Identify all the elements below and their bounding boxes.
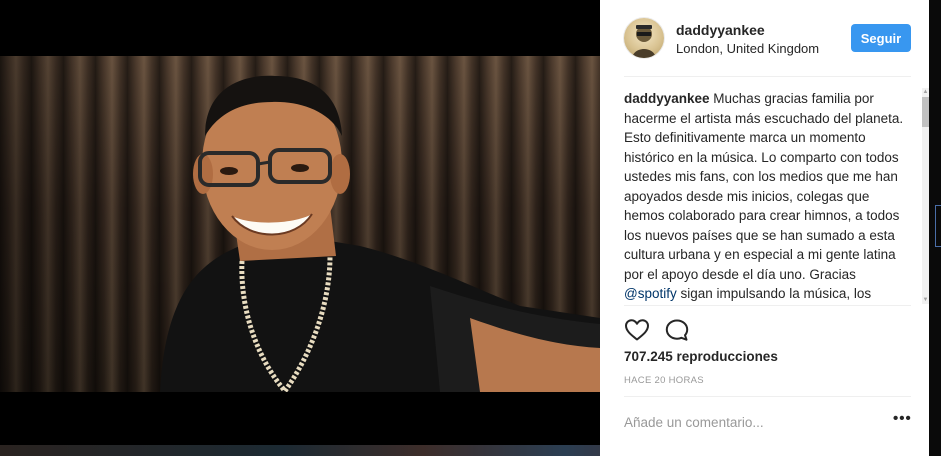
post-caption: daddyyankee Muchas gracias familia por h…	[624, 89, 906, 303]
profile-avatar[interactable]	[624, 18, 664, 58]
profile-username[interactable]: daddyyankee	[676, 22, 765, 38]
scroll-up-arrow-icon[interactable]: ▲	[922, 88, 929, 96]
heart-icon[interactable]	[624, 318, 650, 342]
more-options-icon[interactable]: •••	[893, 411, 911, 430]
post-video[interactable]	[0, 56, 600, 392]
post-timestamp[interactable]: HACE 20 HORAS	[624, 375, 704, 386]
comment-input[interactable]	[624, 410, 874, 434]
avatar-illustration	[632, 25, 656, 58]
caption-username[interactable]: daddyyankee	[624, 91, 710, 106]
selfie-person-image	[160, 75, 600, 392]
caption-divider	[624, 305, 911, 306]
post-header: daddyyankee London, United Kingdom Segui…	[600, 0, 929, 76]
caption-text: Muchas gracias familia por hacerme el ar…	[624, 91, 904, 282]
post-details-panel: daddyyankee London, United Kingdom Segui…	[600, 0, 929, 456]
comment-bubble-icon[interactable]	[664, 318, 690, 342]
caption-scrollbar[interactable]: ▲ ▼	[922, 88, 929, 304]
scrollbar-thumb[interactable]	[922, 97, 929, 127]
view-count[interactable]: 707.245 reproducciones	[624, 349, 778, 364]
comment-divider	[624, 396, 911, 397]
caption-scroll-area[interactable]: daddyyankee Muchas gracias familia por h…	[624, 89, 914, 303]
follow-button[interactable]: Seguir	[851, 24, 911, 52]
scroll-down-arrow-icon[interactable]: ▼	[922, 296, 929, 304]
post-location[interactable]: London, United Kingdom	[676, 41, 819, 56]
next-post-edge[interactable]	[935, 205, 941, 247]
header-divider	[624, 76, 911, 77]
caption-mention-link[interactable]: @spotify	[624, 286, 677, 301]
